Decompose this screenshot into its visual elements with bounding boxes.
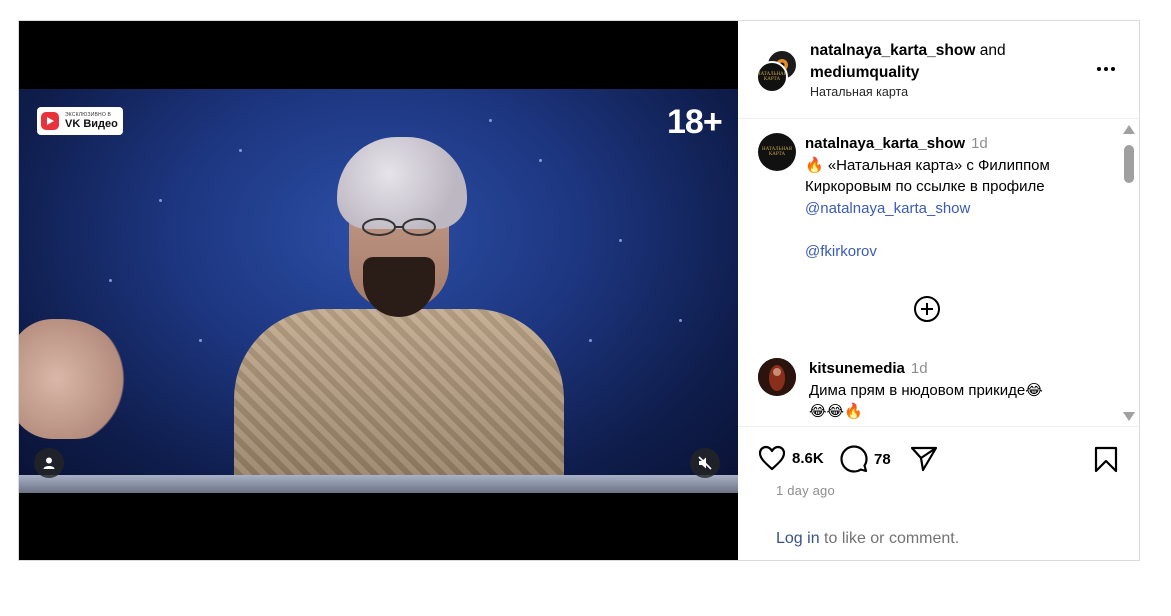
video-frame xyxy=(19,89,738,493)
load-more-comments-icon[interactable] xyxy=(913,295,941,323)
post-side-panel: НАТАЛЬНАЯ КАРТА natalnaya_karta_show and… xyxy=(738,21,1139,560)
comments-section[interactable]: НАТАЛЬНАЯ КАРТА natalnaya_karta_show 1d 🔥… xyxy=(738,119,1139,427)
header-and: and xyxy=(975,42,1006,59)
scroll-up-arrow-icon[interactable] xyxy=(1123,125,1135,134)
user-icon xyxy=(43,457,55,469)
action-bar: 8.6K 78 xyxy=(738,441,1139,481)
like-group: 8.6K xyxy=(758,445,824,471)
likes-count[interactable]: 8.6K xyxy=(792,450,824,467)
comment-username[interactable]: kitsunemedia xyxy=(809,360,905,377)
caption-avatar[interactable]: НАТАЛЬНАЯ КАРТА xyxy=(758,133,796,171)
login-prompt-text: to like or comment. xyxy=(819,530,960,547)
caption: natalnaya_karta_show 1d 🔥 «Натальная карт… xyxy=(805,133,1105,262)
dot xyxy=(1111,67,1115,71)
comment-line2: 😂😂🔥 xyxy=(809,403,863,420)
bookmark-icon[interactable] xyxy=(1094,446,1118,473)
person-body xyxy=(234,309,564,493)
post-timestamp[interactable]: 1 day ago xyxy=(776,483,835,498)
more-options-button[interactable] xyxy=(1094,59,1118,79)
header-user1-link[interactable]: natalnaya_karta_show xyxy=(810,42,975,59)
play-icon xyxy=(41,112,59,130)
hand-shape xyxy=(19,319,129,439)
mute-button[interactable] xyxy=(690,448,720,478)
avatar-logo-text: НАТАЛЬНАЯ КАРТА xyxy=(761,147,793,157)
comment-avatar[interactable] xyxy=(758,358,796,396)
avatar-natalnaya[interactable]: НАТАЛЬНАЯ КАРТА xyxy=(756,61,788,93)
mention-link[interactable]: @fkirkorov xyxy=(805,241,1105,263)
post-header: НАТАЛЬНАЯ КАРТА natalnaya_karta_show and… xyxy=(738,21,1139,119)
badge-title: VK Видео xyxy=(65,117,118,130)
comment-icon[interactable] xyxy=(840,445,868,473)
mention-link[interactable]: @natalnaya_karta_show xyxy=(805,198,1105,220)
comment-group: 78 xyxy=(840,445,891,473)
login-prompt: Log in to like or comment. xyxy=(776,530,959,548)
scrollbar-thumb[interactable] xyxy=(1124,145,1134,183)
header-text: natalnaya_karta_show and mediumquality Н… xyxy=(810,40,1090,99)
post-card: ЭКСКЛЮЗИВНО В VK Видео 18+ НАТАЛЬНАЯ КАР… xyxy=(18,20,1140,561)
caption-line2: Киркоровым по ссылке в профиле xyxy=(805,178,1045,195)
comment-line1: Дима прям в нюдовом прикиде😂 xyxy=(809,381,1043,399)
heart-icon[interactable] xyxy=(758,445,786,471)
dot xyxy=(1104,67,1108,71)
vk-video-badge: ЭКСКЛЮЗИВНО В VK Видео xyxy=(37,107,123,135)
person-hair xyxy=(337,137,467,229)
collab-avatars[interactable]: НАТАЛЬНАЯ КАРТА xyxy=(756,49,800,93)
header-user2-link[interactable]: mediumquality xyxy=(810,64,919,81)
caption-time: 1d xyxy=(971,135,988,152)
avatar-photo xyxy=(758,358,796,396)
scrollbar[interactable] xyxy=(1123,125,1135,421)
comment-time: 1d xyxy=(910,360,928,377)
person-beard xyxy=(363,257,435,317)
desk xyxy=(19,475,738,493)
caption-username[interactable]: natalnaya_karta_show xyxy=(805,135,965,152)
muted-speaker-icon xyxy=(698,456,712,470)
glasses-shape xyxy=(362,218,436,236)
comment: kitsunemedia 1d Дима прям в нюдовом прики… xyxy=(809,358,1109,423)
tagged-users-button[interactable] xyxy=(34,448,64,478)
login-link[interactable]: Log in xyxy=(776,530,820,547)
dot xyxy=(1097,67,1101,71)
header-subtitle[interactable]: Натальная карта xyxy=(810,85,1090,99)
badge-small-text: ЭКСКЛЮЗИВНО В xyxy=(65,111,112,118)
scroll-down-arrow-icon[interactable] xyxy=(1123,412,1135,421)
video-player[interactable]: ЭКСКЛЮЗИВНО В VK Видео 18+ xyxy=(19,21,738,560)
avatar-logo-text: НАТАЛЬНАЯ КАРТА xyxy=(756,72,788,82)
caption-line1: 🔥 «Натальная карта» с Филиппом xyxy=(805,156,1050,174)
age-rating: 18+ xyxy=(667,103,723,141)
share-icon[interactable] xyxy=(910,446,938,472)
comments-count[interactable]: 78 xyxy=(874,451,891,468)
